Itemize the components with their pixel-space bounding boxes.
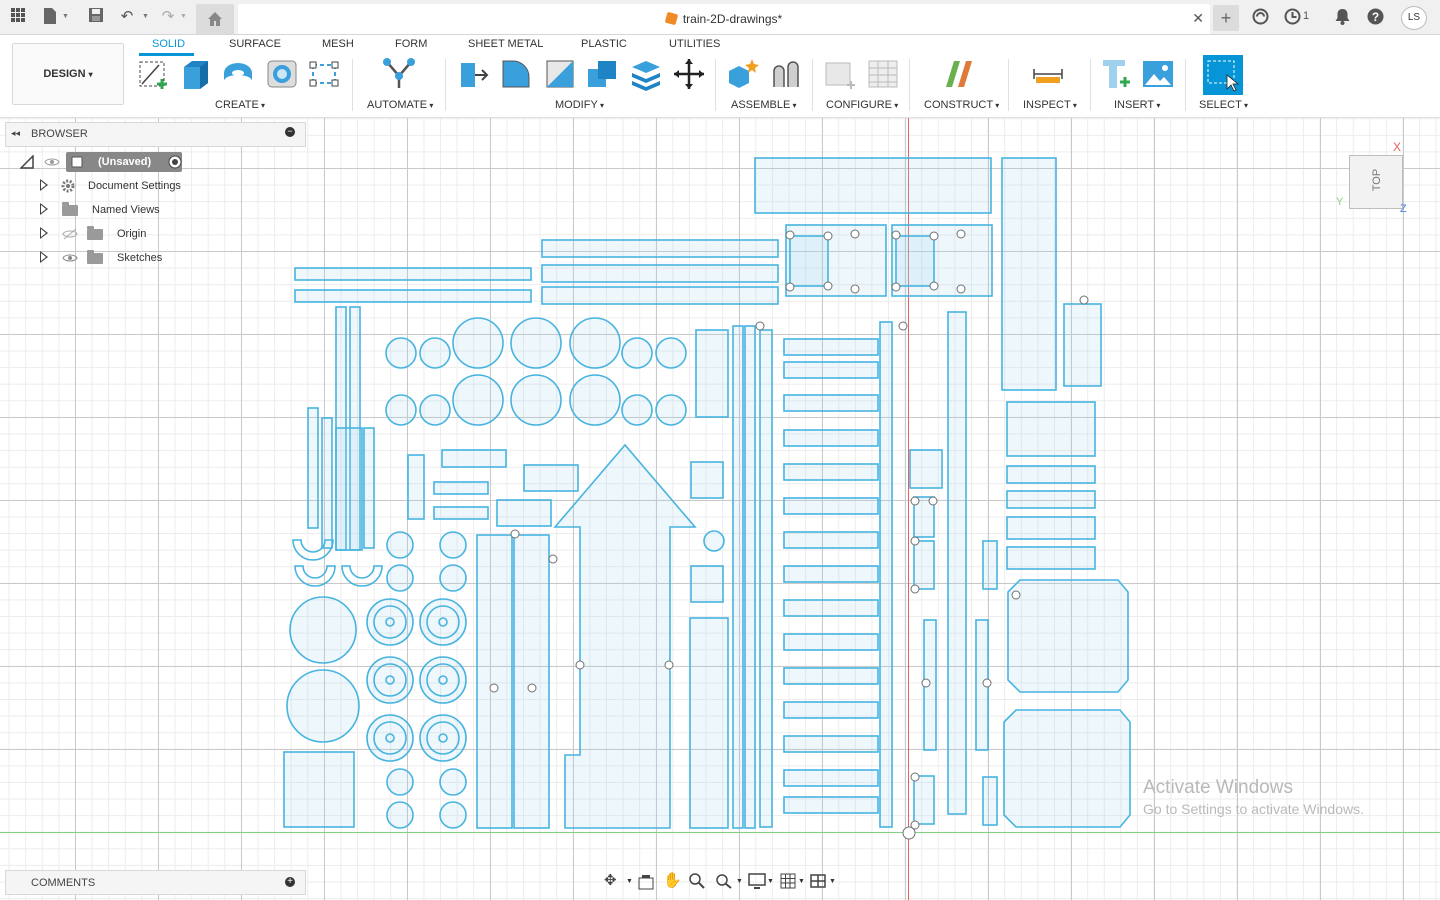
browser-item-document-settings[interactable]: Document Settings <box>38 176 188 196</box>
browser-title: BROWSER <box>31 128 88 140</box>
zoom-caret-icon[interactable]: ▼ <box>736 878 743 885</box>
expand-icon[interactable] <box>40 203 48 215</box>
pan-hand-icon[interactable]: ✋ <box>663 871 682 889</box>
folder-icon <box>62 202 78 216</box>
root-component-name: (Unsaved) <box>98 156 152 168</box>
activation-watermark-subtitle: Go to Settings to activate Windows. <box>1143 801 1364 817</box>
browser-item-named-views[interactable]: Named Views <box>38 200 188 220</box>
browser-root-row[interactable]: (Unsaved) <box>20 152 190 172</box>
gear-icon <box>61 179 75 193</box>
browser-item-origin[interactable]: Origin <box>38 224 188 244</box>
fit-window-icon[interactable] <box>715 873 733 889</box>
grid-caret-icon[interactable]: ▼ <box>798 878 805 885</box>
expand-icon[interactable] <box>40 251 48 263</box>
browser-options-icon[interactable]: − <box>285 127 295 137</box>
expand-icon[interactable] <box>40 179 48 191</box>
hidden-eye-icon[interactable] <box>62 228 78 240</box>
collapse-triangle-icon[interactable] <box>20 155 34 169</box>
browser-item-label: Origin <box>117 228 147 240</box>
component-icon <box>71 156 83 168</box>
viewcube-axis-y: Y <box>1336 196 1344 208</box>
viewcube-face-label: TOP <box>1371 168 1384 192</box>
browser-item-label: Named Views <box>92 204 160 216</box>
collapse-panel-icon[interactable]: ◂◂ <box>11 128 20 139</box>
orbit-icon[interactable]: ✥ <box>604 871 617 889</box>
viewcube-axis-z: Z <box>1400 203 1407 215</box>
browser-panel-header[interactable]: ◂◂ BROWSER − <box>5 122 306 147</box>
comments-panel[interactable]: COMMENTS + <box>5 870 306 895</box>
expand-icon[interactable] <box>40 227 48 239</box>
look-at-icon[interactable] <box>638 874 654 890</box>
orbit-caret-icon[interactable]: ▼ <box>626 878 633 885</box>
visibility-eye-icon[interactable] <box>44 156 60 168</box>
viewports-icon[interactable] <box>810 873 826 889</box>
activate-radio-icon[interactable] <box>168 155 182 169</box>
grid-settings-icon[interactable] <box>780 873 796 889</box>
zoom-icon[interactable] <box>689 873 705 889</box>
browser-item-sketches[interactable]: Sketches <box>38 248 188 268</box>
display-caret-icon[interactable]: ▼ <box>767 878 774 885</box>
viewcube-axis-x: X <box>1393 140 1402 154</box>
viewcube[interactable]: TOP <box>1349 155 1403 209</box>
visibility-eye-icon[interactable] <box>62 252 78 264</box>
comments-label: COMMENTS <box>31 877 96 889</box>
folder-icon <box>87 226 103 240</box>
browser-item-label: Sketches <box>117 252 163 264</box>
add-comment-icon[interactable]: + <box>285 877 295 887</box>
viewports-caret-icon[interactable]: ▼ <box>829 878 836 885</box>
navigation-bar: ✥ ▼ ✋ ▼ ▼ ▼ ▼ <box>600 868 840 894</box>
browser-item-label: Document Settings <box>88 180 181 192</box>
folder-icon <box>87 250 103 264</box>
activation-watermark-title: Activate Windows <box>1143 777 1293 798</box>
display-settings-icon[interactable] <box>748 873 766 889</box>
